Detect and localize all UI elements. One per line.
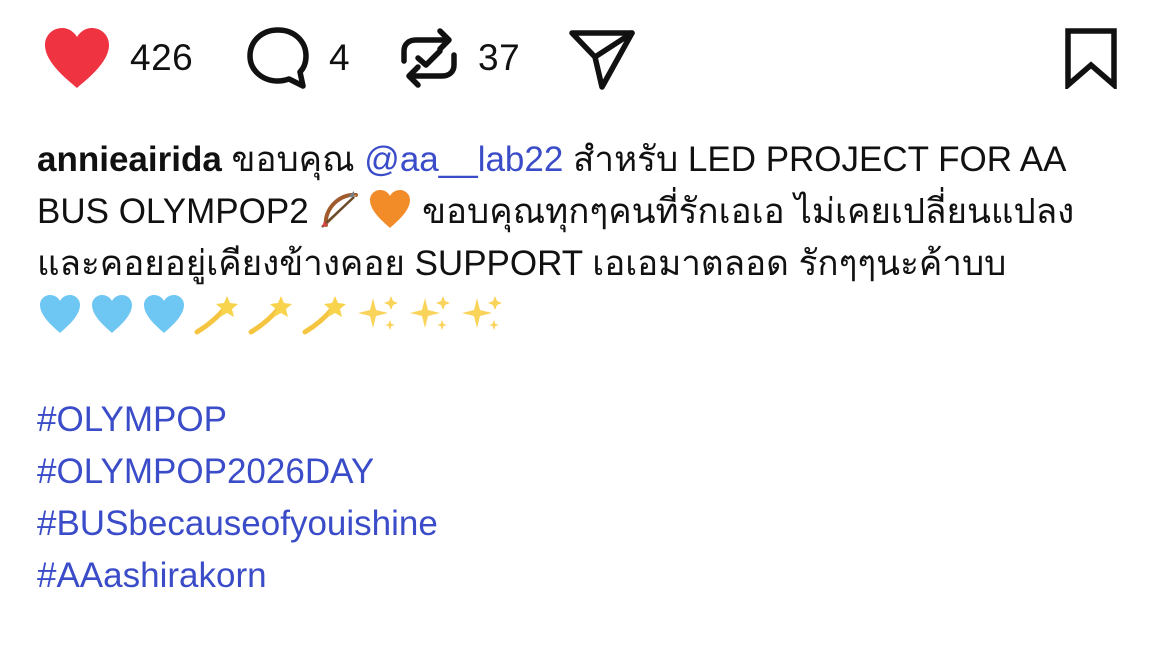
repost-icon (401, 28, 457, 88)
like-button[interactable]: 426 (42, 0, 193, 116)
sparkles-icon (462, 296, 502, 330)
share-button[interactable] (568, 0, 638, 116)
post-action-bar: 426 4 37 (0, 0, 1170, 116)
light-blue-heart-icon (144, 295, 184, 333)
share-icon (569, 30, 635, 90)
caption-mention-link[interactable]: @aa__lab22 (364, 140, 563, 179)
hashtag-link[interactable]: #OLYMPOP2026DAY (37, 446, 1137, 498)
hashtag-link[interactable]: #BUSbecauseofyouishine (37, 498, 1137, 550)
caption-text-1: ขอบคุณ (221, 140, 365, 179)
dizzy-icon (248, 296, 292, 335)
light-blue-heart-icon (92, 295, 132, 333)
bookmark-icon (1065, 28, 1117, 89)
comment-count: 4 (329, 37, 351, 78)
repost-button[interactable]: 37 (398, 0, 520, 116)
hashtag-link[interactable]: #AAashirakorn (37, 550, 1137, 602)
dizzy-icon (302, 296, 346, 335)
orange-heart-icon (370, 190, 411, 228)
emoji-group-1 (318, 187, 412, 231)
emoji-group-2 (37, 292, 505, 336)
dizzy-icon (194, 296, 238, 335)
comment-icon (247, 27, 309, 89)
caption-username[interactable]: annieairida (37, 140, 222, 179)
bow-and-arrow-icon (321, 191, 359, 228)
sparkles-icon (410, 296, 450, 330)
repost-count: 37 (478, 37, 521, 78)
heart-icon (45, 28, 109, 88)
light-blue-heart-icon (40, 295, 80, 333)
sparkles-icon (358, 296, 398, 330)
hashtag-list: #OLYMPOP #OLYMPOP2026DAY #BUSbecauseofyo… (37, 394, 1137, 602)
post-caption: annieairida ขอบคุณ @aa__lab22 สำหรับ LED… (37, 134, 1137, 602)
comment-button[interactable]: 4 (245, 0, 350, 116)
hashtag-link[interactable]: #OLYMPOP (37, 394, 1137, 446)
save-button[interactable] (1062, 0, 1120, 116)
like-count: 426 (130, 37, 194, 78)
